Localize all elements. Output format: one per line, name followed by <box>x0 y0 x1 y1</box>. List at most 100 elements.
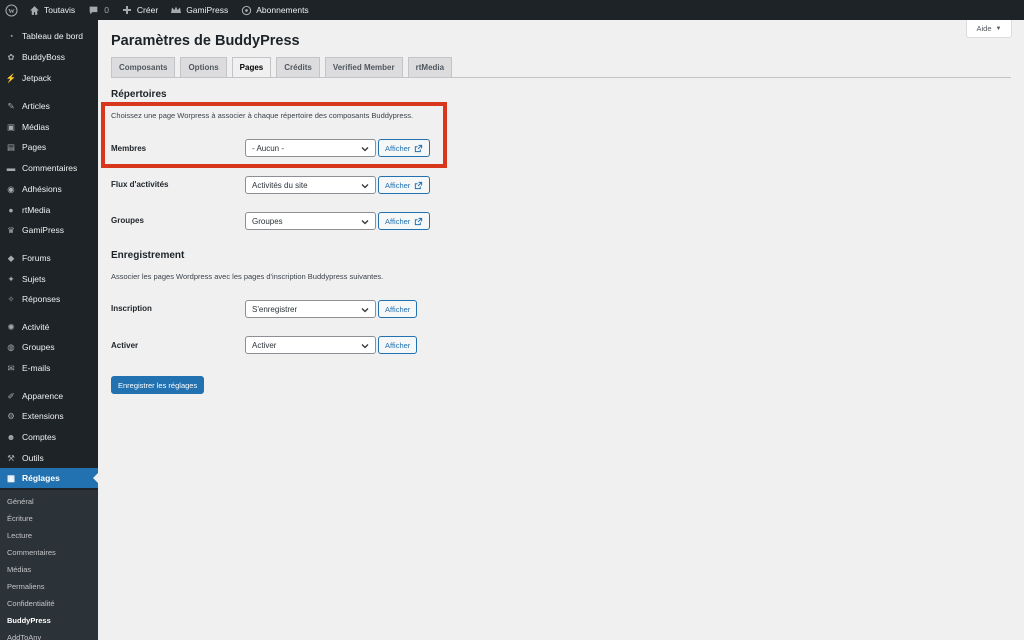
sidebar-item-label: GamiPress <box>22 225 65 235</box>
comments-link[interactable]: 0 <box>81 0 115 20</box>
groups-page-select[interactable]: Groupes <box>245 212 376 230</box>
sidebar-item-label: Apparence <box>22 391 64 401</box>
sidebar-item-label: Groupes <box>22 342 55 352</box>
topics-icon: ✦ <box>7 273 15 284</box>
sidebar-item-outils[interactable]: ⚒ Outils <box>0 448 98 468</box>
activate-view-button[interactable]: Afficher <box>378 336 418 354</box>
signup-page-value: S'enregistrer <box>252 304 298 314</box>
crown-icon <box>170 4 182 16</box>
sidebar-item-tableau-de-bord[interactable]: ◔ Tableau de bord <box>0 26 98 46</box>
comments-count: 0 <box>104 5 109 15</box>
sidebar-item-m-dias[interactable]: ▣ Médias <box>0 117 98 137</box>
groups-view-label: Afficher <box>385 216 411 226</box>
buddyboss-icon: ✿ <box>7 51 15 62</box>
plus-icon <box>121 4 133 16</box>
submenu-item-buddypress[interactable]: BuddyPress <box>7 613 51 627</box>
sidebar-item-label: Tableau de bord <box>22 31 83 41</box>
signup-view-button[interactable]: Afficher <box>378 300 418 318</box>
sidebar-item-e-mails[interactable]: ✉ E-mails <box>0 358 98 378</box>
page-title: Paramètres de BuddyPress <box>111 33 300 49</box>
sidebar-item-label: Forums <box>22 253 51 263</box>
sidebar-item-buddyboss[interactable]: ✿ BuddyBoss <box>0 47 98 67</box>
tools-icon: ⚒ <box>7 452 15 463</box>
sidebar-item-extensions[interactable]: ⚙ Extensions <box>0 406 98 426</box>
sidebar-item-label: Comptes <box>22 432 57 442</box>
sidebar-item-commentaires[interactable]: ▬ Commentaires <box>0 158 98 178</box>
activity-page-select[interactable]: Activités du site <box>245 176 376 194</box>
tab-pages[interactable]: Pages <box>231 57 272 77</box>
submenu-item-lecture[interactable]: Lecture <box>7 528 32 542</box>
signup-page-select[interactable]: S'enregistrer <box>245 300 376 318</box>
submenu-item-g-n-ral[interactable]: Général <box>7 494 34 508</box>
subscriptions-icon <box>240 4 252 16</box>
submenu-item--criture[interactable]: Écriture <box>7 511 33 525</box>
sidebar-item-label: Articles <box>22 101 50 111</box>
activate-page-select[interactable]: Activer <box>245 336 376 354</box>
sidebar-item-label: Réponses <box>22 294 61 304</box>
external-link-icon <box>415 217 423 225</box>
sidebar-item-apparence[interactable]: ✐ Apparence <box>0 386 98 406</box>
help-button[interactable]: Aide ▼ <box>966 20 1012 38</box>
highlight-box <box>101 102 447 168</box>
settings-icon: ▦ <box>6 472 16 483</box>
sidebar-item-label: Activité <box>22 322 50 332</box>
tab-composants[interactable]: Composants <box>111 57 176 77</box>
sidebar-item-comptes[interactable]: ☻ Comptes <box>0 427 98 447</box>
sidebar-item-label: Réglages <box>22 473 60 483</box>
site-name-link[interactable]: Toutavis <box>22 0 81 20</box>
sidebar-item-label: Pages <box>22 142 47 152</box>
sidebar-item-activit-[interactable]: ✺ Activité <box>0 317 98 337</box>
submenu-item-commentaires[interactable]: Commentaires <box>7 545 56 559</box>
sidebar-item-pages[interactable]: ▤ Pages <box>0 137 98 157</box>
tab-divider <box>111 77 1011 78</box>
activate-page-value: Activer <box>252 340 277 350</box>
svg-text:W: W <box>8 8 15 15</box>
users-icon: ☻ <box>6 432 16 442</box>
external-link-icon <box>415 181 423 189</box>
sidebar-item-jetpack[interactable]: ⚡ Jetpack <box>0 68 98 88</box>
activate-label: Activer <box>111 341 139 350</box>
sidebar-item-rtmedia[interactable]: ● rtMedia <box>0 200 98 220</box>
sidebar-item-articles[interactable]: ✎ Articles <box>0 96 98 116</box>
sidebar-item-label: Médias <box>22 122 50 132</box>
settings-tabs: Composants Options Pages Crédits Verifie… <box>111 57 457 77</box>
submenu-item-addtoany[interactable]: AddToAny <box>7 630 41 640</box>
tab-rtmedia[interactable]: rtMedia <box>407 57 453 77</box>
membership-icon: ◉ <box>7 183 15 194</box>
submenu-item-confidentialit-[interactable]: Confidentialité <box>7 596 55 610</box>
sidebar-item-forums[interactable]: ◆ Forums <box>0 248 98 268</box>
activate-view-label: Afficher <box>385 340 411 350</box>
appearance-icon: ✐ <box>7 390 15 401</box>
tab-options[interactable]: Options <box>180 57 227 77</box>
sidebar-item-adh-sions[interactable]: ◉ Adhésions <box>0 179 98 199</box>
registration-title: Enregistrement <box>111 250 185 261</box>
sidebar-item-label: Adhésions <box>22 184 62 194</box>
chevron-down-icon <box>361 184 369 189</box>
gamipress-link[interactable]: GamiPress <box>164 0 234 20</box>
signup-label: Inscription <box>111 304 152 313</box>
save-settings-button[interactable]: Enregistrer les réglages <box>111 376 205 394</box>
sidebar-item-label: rtMedia <box>22 205 51 215</box>
submenu-item-m-dias[interactable]: Médias <box>7 562 31 576</box>
create-new-link[interactable]: Créer <box>115 0 164 20</box>
sidebar-item-groupes[interactable]: ◍ Groupes <box>0 337 98 357</box>
sidebar-item-r-glages[interactable]: ▦ Réglages <box>0 468 98 488</box>
groups-page-value: Groupes <box>252 216 283 226</box>
sidebar-item-sujets[interactable]: ✦ Sujets <box>0 269 98 289</box>
activity-icon: ✺ <box>7 321 15 332</box>
sidebar-item-label: Extensions <box>22 411 64 421</box>
site-name: Toutavis <box>44 5 76 15</box>
activity-view-button[interactable]: Afficher <box>378 176 431 194</box>
gamipress-label: GamiPress <box>186 5 229 15</box>
chevron-down-icon <box>361 344 369 349</box>
tab-credits[interactable]: Crédits <box>276 57 320 77</box>
tab-verified-member[interactable]: Verified Member <box>324 57 403 77</box>
subscriptions-link[interactable]: Abonnements <box>234 0 314 20</box>
admin-bar: W Toutavis 0 Créer GamiPress Abonnements <box>0 0 1024 20</box>
sidebar-item-label: Jetpack <box>22 73 52 83</box>
submenu-item-permaliens[interactable]: Permaliens <box>7 579 45 593</box>
wordpress-logo-icon[interactable]: W <box>0 0 22 20</box>
sidebar-item-gamipress[interactable]: ♛ GamiPress <box>0 220 98 240</box>
sidebar-item-r-ponses[interactable]: ✧ Réponses <box>0 289 98 309</box>
groups-view-button[interactable]: Afficher <box>378 212 431 230</box>
